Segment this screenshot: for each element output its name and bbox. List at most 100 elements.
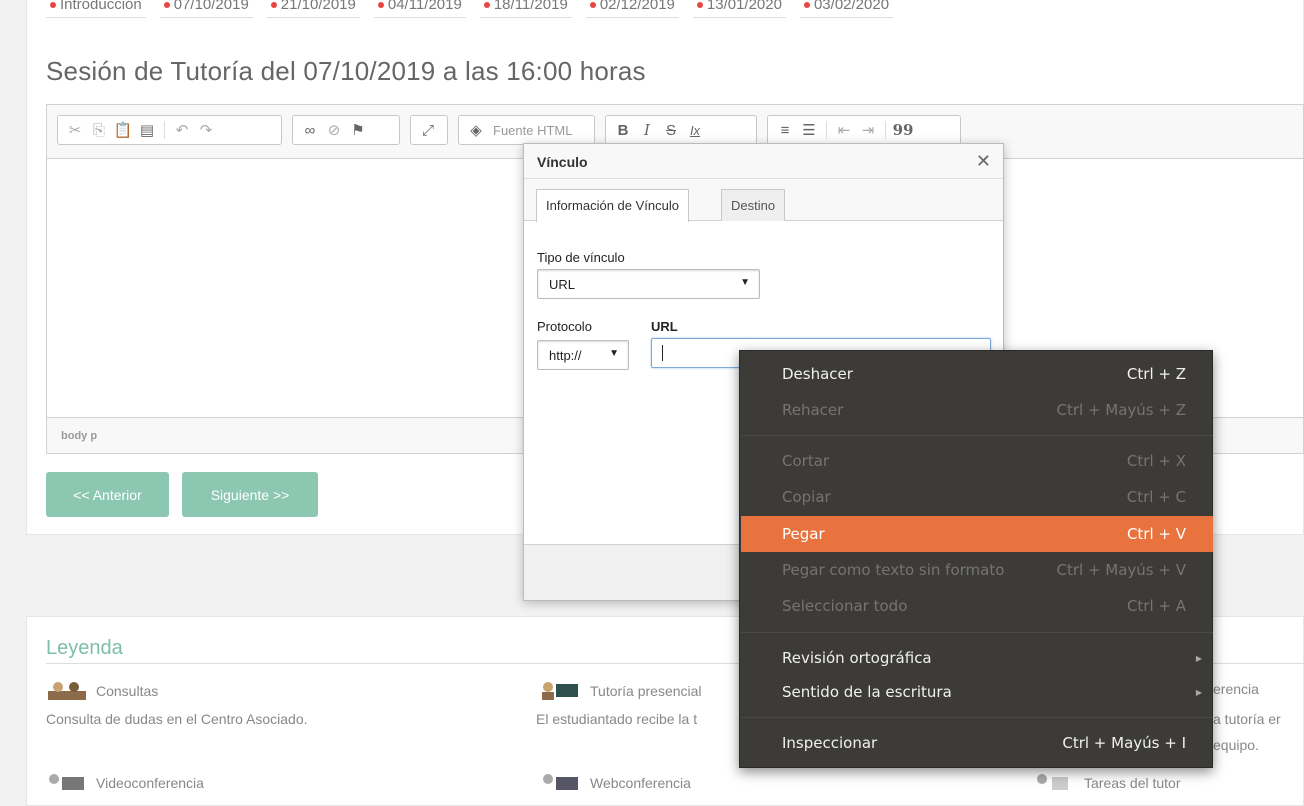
paste-word-icon[interactable]: ▤ (136, 118, 158, 142)
dropdown-arrow-icon: ▼ (740, 277, 750, 288)
date-tab-label: 18/11/2019 (493, 0, 568, 13)
legend-description-fragment: a tutoría er (1213, 711, 1281, 727)
next-button[interactable]: Siguiente >> (182, 472, 318, 517)
unlink-icon[interactable]: ⊘ (323, 118, 345, 142)
menu-item-redo[interactable]: Rehacer Ctrl + Mayús + Z (741, 392, 1213, 428)
outdent-icon[interactable]: ⇤ (833, 118, 855, 142)
link-icon[interactable]: ∞ (299, 118, 321, 142)
date-tab[interactable]: 21/10/2019 (266, 0, 360, 18)
redo-icon[interactable]: ↷ (195, 118, 217, 142)
menu-item-label: Copiar (782, 488, 831, 506)
legend-description-fragment: equipo. (1213, 737, 1259, 753)
source-code-icon: ◈ (470, 122, 482, 139)
url-label: URL (651, 319, 678, 334)
text-caret (662, 345, 663, 361)
dialog-tabs: Información de Vínculo Destino (524, 179, 1003, 222)
menu-item-copy[interactable]: Copiar Ctrl + C (741, 479, 1213, 515)
tab-target[interactable]: Destino (721, 189, 786, 221)
toolbar-separator (826, 121, 827, 139)
source-label: Fuente HTML (493, 122, 573, 138)
bold-button[interactable]: B (612, 118, 634, 142)
legend-label: Videoconferencia (96, 775, 204, 791)
dot-icon (270, 1, 277, 8)
date-tab[interactable]: 13/01/2020 (692, 0, 786, 18)
link-type-value: URL (549, 277, 576, 292)
list-group: ≡ ☰ ⇤ ⇥ 99 (767, 115, 961, 145)
tutoria-presencial-icon (540, 681, 582, 701)
menu-item-label: Pegar como texto sin formato (782, 561, 1005, 579)
date-tab-label: 04/11/2019 (387, 0, 462, 13)
menu-item-label: Deshacer (782, 365, 853, 383)
date-tab-label: Introducción (60, 0, 142, 13)
blockquote-button[interactable]: 99 (892, 118, 914, 142)
menu-item-select-all[interactable]: Seleccionar todo Ctrl + A (741, 588, 1213, 624)
date-tab[interactable]: 07/10/2019 (159, 0, 253, 18)
date-tab-label: 02/12/2019 (599, 0, 675, 13)
copy-icon[interactable]: ⎘ (88, 118, 110, 142)
protocol-select[interactable]: http:// ▼ (537, 340, 629, 370)
page: Introducción 07/10/2019 21/10/2019 04/11… (0, 0, 1304, 806)
legend-title: Leyenda (46, 637, 123, 659)
menu-item-shortcut: Ctrl + Mayús + Z (1056, 401, 1186, 419)
cut-icon[interactable]: ✂ (64, 118, 86, 142)
menu-item-label: Inspeccionar (782, 734, 878, 752)
clear-format-button[interactable]: Ix (684, 118, 706, 142)
date-tab[interactable]: 03/02/2020 (799, 0, 894, 18)
menu-separator (741, 435, 1213, 436)
menu-item-cut[interactable]: Cortar Ctrl + X (741, 443, 1213, 479)
undo-icon[interactable]: ↶ (171, 118, 193, 142)
date-tab[interactable]: Introducción (46, 0, 146, 18)
bullet-list-icon[interactable]: ☰ (798, 118, 820, 142)
legend-item: Consultas (46, 681, 158, 701)
maximize-group: ⤢ (410, 115, 448, 145)
legend-item: Tareas del tutor (1034, 773, 1181, 793)
videoconferencia-icon (46, 773, 88, 793)
menu-item-label: Revisión ortográfica (782, 649, 932, 667)
numbered-list-icon[interactable]: ≡ (774, 118, 796, 142)
menu-item-label: Cortar (782, 452, 830, 470)
submenu-arrow-icon: ▶ (1195, 653, 1202, 663)
dropdown-arrow-icon: ▼ (609, 348, 619, 359)
indent-icon[interactable]: ⇥ (857, 118, 879, 142)
menu-item-paste[interactable]: Pegar Ctrl + V (741, 516, 1213, 552)
previous-button[interactable]: << Anterior (46, 472, 169, 517)
legend-item: Videoconferencia (46, 773, 204, 793)
anchor-flag-icon[interactable]: ⚑ (347, 118, 369, 142)
dot-icon (803, 1, 810, 8)
paste-icon[interactable]: 📋 (112, 118, 134, 142)
menu-item-shortcut: Ctrl + Z (1126, 365, 1186, 383)
legend-item: Tutoría presencial (540, 681, 702, 701)
toolbar-separator (164, 121, 165, 139)
link-type-label: Tipo de vínculo (537, 250, 625, 265)
menu-item-undo[interactable]: Deshacer Ctrl + Z (741, 356, 1213, 392)
dot-icon (483, 1, 490, 8)
source-group[interactable]: ◈ Fuente HTML (458, 115, 595, 145)
legend-label: Webconferencia (590, 775, 691, 791)
menu-item-paste-plain[interactable]: Pegar como texto sin formato Ctrl + Mayú… (741, 552, 1213, 588)
link-type-select[interactable]: URL ▼ (537, 269, 760, 299)
context-menu: Deshacer Ctrl + Z Rehacer Ctrl + Mayús +… (739, 350, 1213, 768)
link-group: ∞ ⊘ ⚑ (292, 115, 400, 145)
menu-item-label: Sentido de la escritura (782, 683, 952, 701)
menu-item-shortcut: Ctrl + X (1126, 452, 1186, 470)
menu-item-writing-direction[interactable]: Sentido de la escritura ▶ (741, 674, 1213, 710)
date-tab[interactable]: 18/11/2019 (479, 0, 572, 18)
tab-link-info[interactable]: Información de Vínculo (536, 189, 689, 222)
date-tab-label: 07/10/2019 (173, 0, 249, 13)
legend-description: Consulta de dudas en el Centro Asociado. (46, 711, 308, 727)
strike-button[interactable]: S (660, 118, 682, 142)
dialog-title: Vínculo (537, 154, 588, 170)
menu-separator (741, 717, 1213, 718)
menu-item-inspect[interactable]: Inspeccionar Ctrl + Mayús + I (741, 725, 1213, 761)
date-tab[interactable]: 04/11/2019 (373, 0, 466, 18)
menu-item-spellcheck[interactable]: Revisión ortográfica ▶ (741, 640, 1213, 676)
dot-icon (50, 1, 56, 8)
dot-icon (163, 1, 170, 8)
maximize-icon[interactable]: ⤢ (417, 118, 439, 142)
date-tab-label: 13/01/2020 (706, 0, 782, 13)
legend-label: Tutoría presencial (590, 683, 702, 699)
italic-button[interactable]: I (636, 118, 658, 142)
close-icon[interactable]: ✕ (976, 151, 991, 172)
protocol-label: Protocolo (537, 319, 592, 334)
date-tab[interactable]: 02/12/2019 (585, 0, 679, 18)
